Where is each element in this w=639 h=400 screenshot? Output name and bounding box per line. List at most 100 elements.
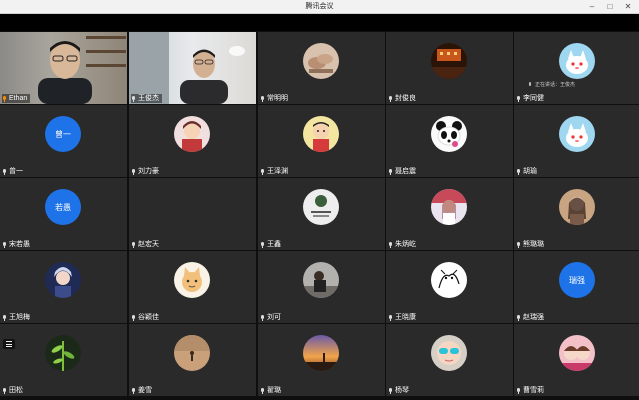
girl-photo [559,189,595,225]
microphone-icon [260,314,265,321]
participant-nametag: Ethan [2,94,31,103]
hands-photo [303,43,339,79]
participant-nametag: 赵宏天 [131,240,159,249]
participant-nametag: 王俊杰 [131,94,162,103]
maximize-icon[interactable]: □ [603,1,617,12]
host-microphone-icon [2,95,7,102]
meeting-top-bar [0,14,639,31]
minimize-icon[interactable]: – [585,1,599,12]
participant-tile[interactable]: 翟璐 [258,324,385,396]
participant-tile[interactable]: 王晓康 [386,251,513,323]
participant-name: 赵宏天 [138,241,159,248]
microphone-icon [2,387,7,394]
participant-tile[interactable]: 胡瑜 [514,105,639,177]
participant-name: 王晓康 [395,314,416,321]
participant-tile[interactable]: 王鑫 [258,178,385,250]
microphone-icon [388,95,393,102]
participant-tile[interactable]: 刘可 [258,251,385,323]
participant-tile[interactable]: 田松 [0,324,127,396]
microphone-icon [388,387,393,394]
participant-name: 王旭梅 [9,314,30,321]
participant-nametag: 王鑫 [260,240,281,249]
participant-name: 李同健 [523,95,544,102]
participant-name: 朱炳屹 [395,241,416,248]
plant-photo [45,335,81,371]
participant-nametag: 杨琴 [388,386,409,395]
cartoon-boy-photo [303,116,339,152]
microphone-icon [2,314,7,321]
participant-nametag: 王泽渊 [260,167,288,176]
line-drawing-photo [431,262,467,298]
participant-nametag: 常明明 [260,94,288,103]
microphone-icon [260,168,265,175]
speaking-indicator: 正在讲话：王俊杰 [528,81,575,88]
participant-nametag: 王晓康 [388,313,416,322]
microphone-icon [516,387,521,394]
participant-nametag: 李同健 [516,94,544,103]
participant-name: 王俊杰 [138,95,159,102]
participant-name: 谷颖佳 [138,314,159,321]
participant-tile[interactable]: 曹雪莉 [514,324,639,396]
window-titlebar: 腾讯会议 – □ ✕ [0,0,639,14]
participant-tile[interactable]: 杨琴 [386,324,513,396]
cartoon-cat-photo [559,43,595,79]
participant-tile[interactable]: 刘力豪 [129,105,256,177]
anime-girl-photo [431,189,467,225]
participant-name: 曹雪莉 [523,387,544,394]
participant-tile[interactable]: 熊璐璐 [514,178,639,250]
microphone-icon [388,241,393,248]
participant-nametag: 田松 [2,386,23,395]
participant-tile[interactable]: Ethan [0,32,127,104]
participant-nametag: 曹雪莉 [516,386,544,395]
night-street-photo [431,43,467,79]
participant-name: Ethan [9,95,28,102]
participant-tile[interactable]: 曾一 曾一 [0,105,127,177]
microphone-icon [131,95,136,102]
participant-tile[interactable]: 王泽渊 [258,105,385,177]
participant-tile[interactable]: 封俊良 [386,32,513,104]
participant-name: 熊璐璐 [523,241,544,248]
anime-character-photo [174,116,210,152]
participant-name: 翟璐 [267,387,281,394]
participant-grid: Ethan 王俊杰 常明明 封俊良 正在讲话：王俊杰 李同健 曾一 曾一 刘力豪 王泽渊 聂启震 胡瑜… [0,32,639,400]
participant-name: 曾一 [9,168,23,175]
window-title: 腾讯会议 [305,3,334,10]
microphone-icon [516,168,521,175]
participant-tile[interactable]: 聂启震 [386,105,513,177]
text-avatar: 瑞强 [559,262,595,298]
microphone-icon [131,314,136,321]
microphone-icon [2,168,7,175]
participant-tile[interactable]: 王俊杰 [129,32,256,104]
participant-name: 杨琴 [395,387,409,394]
participant-tile[interactable]: 若愚 宋若愚 [0,178,127,250]
participant-tile[interactable]: 谷颖佳 [129,251,256,323]
participant-tile[interactable]: 王旭梅 [0,251,127,323]
participant-tile[interactable]: 瑞强赵瑞强 [514,251,639,323]
participant-nametag: 曾一 [2,167,23,176]
participant-name: 封俊良 [395,95,416,102]
participant-nametag: 朱炳屹 [388,240,416,249]
microphone-icon [388,314,393,321]
participant-name: 刘可 [267,314,281,321]
speaking-status-text: 正在讲话：王俊杰 [535,82,576,88]
cartoon-parrot-photo [174,189,210,225]
participant-tile[interactable]: 赵宏天 [129,178,256,250]
desert-photo [174,335,210,371]
microphone-icon [516,95,521,102]
menu-icon[interactable] [3,339,15,349]
participant-nametag: 刘力豪 [131,167,159,176]
participant-tile[interactable]: 常明明 [258,32,385,104]
participant-nametag: 姜雪 [131,386,152,395]
participant-nametag: 宋若愚 [2,240,30,249]
participant-name: 赵瑞强 [523,314,544,321]
baby-sunglasses-photo [431,335,467,371]
participant-tile[interactable]: 朱炳屹 [386,178,513,250]
cartoon-cat-photo [559,116,595,152]
participant-tile[interactable]: 正在讲话：王俊杰李同健 [514,32,639,104]
participant-tile[interactable]: 姜雪 [129,324,256,396]
text-avatar: 曾一 [45,116,81,152]
anime-portrait-photo [45,262,81,298]
sunset-photo [303,335,339,371]
close-icon[interactable]: ✕ [621,1,635,12]
participant-name: 聂启震 [395,168,416,175]
